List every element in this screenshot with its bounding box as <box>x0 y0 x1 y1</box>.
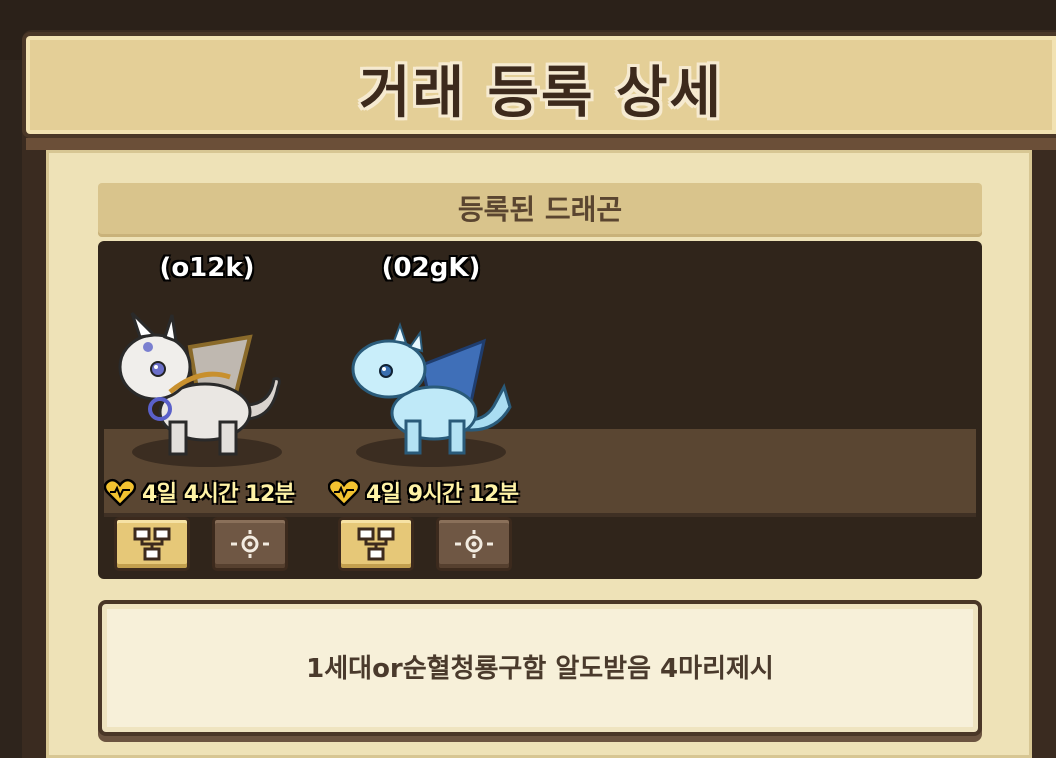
heart-pulse-icon <box>104 478 136 506</box>
tree-icon <box>357 527 395 561</box>
page-title: 거래 등록 상세 <box>358 61 724 126</box>
target-icon <box>231 530 269 558</box>
timer-text: 4일 4시간 12분 <box>142 482 295 507</box>
dragon-slot[interactable]: (o12k) 4일 4시간 12분 <box>102 241 312 579</box>
title-banner: 거래 등록 상세 <box>22 32 1056 150</box>
trade-message-box: 1세대or순혈청룡구함 알도받음 4마리제시 <box>98 600 982 736</box>
dragon-slot[interactable]: (02gK) 4일 9시간 12분 <box>326 241 536 579</box>
section-header: 등록된 드래곤 <box>98 183 982 237</box>
section-title: 등록된 드래곤 <box>457 193 623 226</box>
timer: 4일 4시간 12분 <box>104 477 295 507</box>
dragon-display-area: (o12k) 4일 4시간 12분 (02gK) 4일 9시간 12분 <box>98 241 982 579</box>
target-icon <box>455 530 493 558</box>
dragon-name: (o12k) <box>159 253 255 283</box>
timer: 4일 9시간 12분 <box>328 477 519 507</box>
dragon-ice-blue-icon <box>351 322 512 455</box>
dragon-name: (02gK) <box>381 253 481 283</box>
heart-pulse-icon <box>328 478 360 506</box>
dragon-white-gold-icon <box>118 311 281 456</box>
locate-button[interactable] <box>212 517 288 571</box>
family-tree-button[interactable] <box>114 517 190 571</box>
locate-button[interactable] <box>436 517 512 571</box>
trade-message-text: 1세대or순혈청룡구함 알도받음 4마리제시 <box>306 654 774 684</box>
timer-text: 4일 9시간 12분 <box>366 482 519 507</box>
tree-icon <box>133 527 171 561</box>
family-tree-button[interactable] <box>338 517 414 571</box>
